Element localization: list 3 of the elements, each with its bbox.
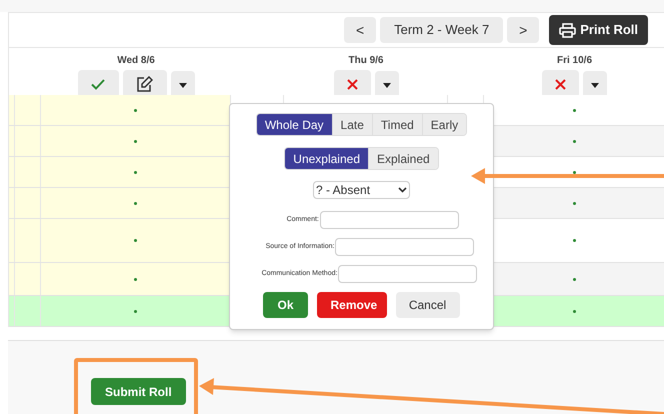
day-label: Thu 9/6 <box>348 54 384 68</box>
day-label: Fri 10/6 <box>556 54 592 68</box>
day-label: Wed 8/6 <box>117 54 155 68</box>
